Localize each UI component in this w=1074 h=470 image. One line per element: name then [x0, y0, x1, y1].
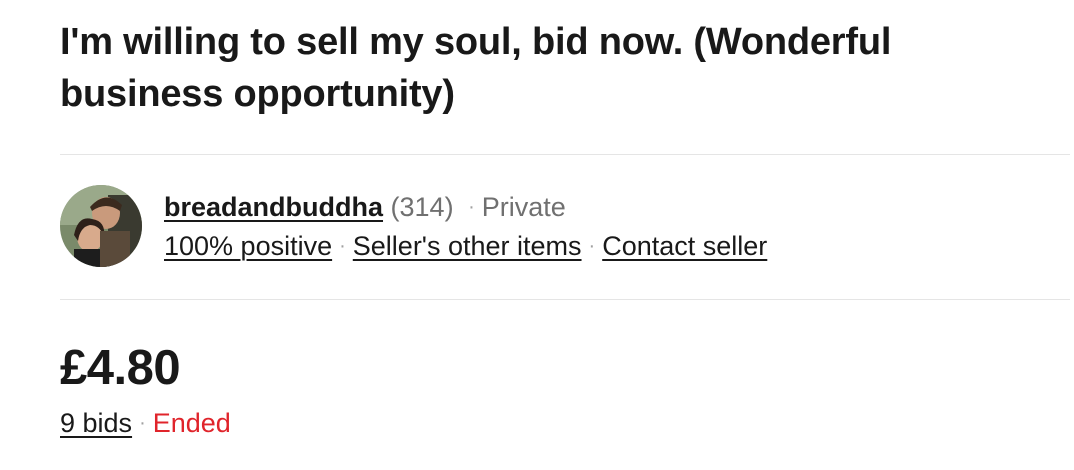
listing-status: Ended [152, 408, 231, 438]
separator-dot: · [139, 412, 146, 434]
divider [60, 154, 1070, 155]
divider [60, 299, 1070, 300]
seller-links-row: 100% positive · Seller's other items · Conta… [164, 229, 767, 266]
bid-count-link[interactable]: 9 bids [60, 408, 132, 438]
separator-dot: · [468, 196, 475, 218]
contact-seller-link[interactable]: Contact seller [602, 231, 767, 261]
separator-dot: · [588, 235, 596, 257]
listing-title: I'm willing to sell my soul, bid now. (W… [60, 21, 892, 115]
separator-dot: · [339, 235, 346, 257]
seller-name-link[interactable]: breadandbuddha [164, 192, 383, 222]
current-price: £4.80 [60, 341, 181, 395]
seller-other-items-link[interactable]: Seller's other items [353, 231, 582, 261]
seller-photo-avatar-icon [60, 185, 142, 267]
seller-account-type: Private [481, 192, 566, 222]
bids-status-row: 9 bids · Ended [60, 406, 231, 443]
positive-feedback-link[interactable]: 100% positive [164, 231, 332, 261]
seller-avatar[interactable] [60, 185, 142, 267]
seller-info-row: breadandbuddha (314) · Private [164, 190, 566, 227]
seller-feedback-count: (314) [390, 192, 454, 222]
